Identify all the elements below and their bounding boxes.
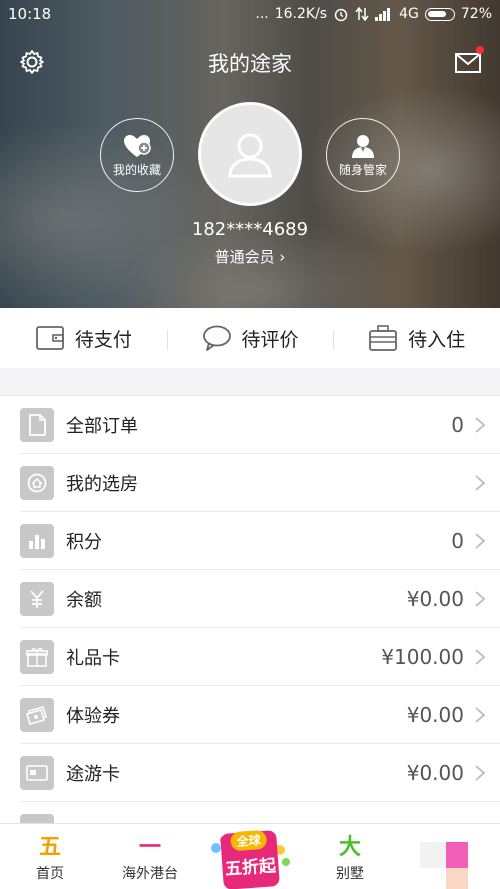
ticket-icon [20,698,54,732]
heart-plus-icon [124,134,151,157]
status-dots: ... [255,6,269,22]
tab-overseas[interactable]: 一 海外港台 [100,824,200,889]
chevron-right-icon [475,591,486,607]
overseas-tab-icon: 一 [138,834,161,860]
promo-main-label: 五折起 [224,855,277,880]
global-half-price-promo[interactable]: 全球 五折起 [204,820,294,889]
menu-label: 体验券 [66,706,120,727]
menu-value: ¥0.00 [406,587,464,611]
menu-value: ¥100.00 [381,645,464,669]
card-icon [20,756,54,790]
status-bar: 10:18 ... 16.2K/s 4G 72% [0,0,500,28]
pending-payment-button[interactable]: 待支付 [0,324,167,352]
villa-tab-icon: 大 [338,834,361,860]
bar-chart-icon [20,524,54,558]
member-level-link[interactable]: 普通会员 › [0,246,500,267]
wallet-icon [35,326,64,350]
chevron-right-icon [475,533,486,549]
menu-value: 0 [451,529,464,553]
personal-butler-button[interactable]: 随身管家 [326,118,400,192]
menu-row-experience-voucher[interactable]: 体验券 ¥0.00 [0,686,500,744]
tab-label: 首页 [36,865,64,882]
chevron-right-icon [475,765,486,781]
menu-label: 途游卡 [66,764,120,785]
mail-icon[interactable] [454,50,482,76]
favorites-button[interactable]: 我的收藏 [100,118,174,192]
home-tab-icon: 五 [38,834,61,860]
tab-villa[interactable]: 大 别墅 [300,824,400,889]
gear-icon[interactable] [18,48,46,76]
menu-label: 礼品卡 [66,648,120,669]
menu-label: 全部订单 [66,416,138,437]
butler-label: 随身管家 [338,162,387,177]
menu-row-my-rooms[interactable]: 我的选房 [0,454,500,512]
user-phone: 182****4689 [191,219,309,240]
floating-widget-icon[interactable] [420,838,472,889]
chevron-right-icon [475,707,486,723]
account-menu-list: 全部订单 0 我的选房 积分 0 余额 ¥0.00 礼品卡 ¥100.00 体验… [0,395,500,860]
tab-label: 海外港台 [122,865,178,882]
promo-top-label: 全球 [229,829,268,851]
chevron-right-icon [475,649,486,665]
menu-row-travel-card[interactable]: 途游卡 ¥0.00 [0,744,500,802]
menu-value: ¥0.00 [406,761,464,785]
menu-label: 积分 [66,532,102,553]
menu-row-balance[interactable]: 余额 ¥0.00 [0,570,500,628]
menu-label: 我的选房 [66,474,138,495]
tab-label: 别墅 [336,865,364,882]
avatar[interactable] [198,102,302,206]
suitcase-icon [369,325,398,351]
pending-review-label: 待评价 [241,328,299,351]
menu-row-all-orders[interactable]: 全部订单 0 [0,396,500,454]
menu-row-points[interactable]: 积分 0 [0,512,500,570]
battery-percent: 72% [460,6,492,22]
menu-label: 余额 [66,590,102,611]
battery-icon [424,7,455,21]
pending-checkin-label: 待入住 [408,328,466,351]
network-type: 4G [399,6,419,22]
data-transfer-icon [355,6,369,22]
menu-value: ¥0.00 [406,703,464,727]
pending-payment-label: 待支付 [74,328,132,351]
status-time: 10:18 [8,5,52,23]
tab-home[interactable]: 五 首页 [0,824,100,889]
page-title: 我的途家 [208,52,292,76]
signal-icon [375,8,391,21]
gift-icon [20,640,54,674]
chevron-right-icon [475,417,486,433]
menu-row-gift-card[interactable]: 礼品卡 ¥100.00 [0,628,500,686]
network-speed: 16.2K/s [274,6,328,22]
menu-value: 0 [451,413,464,437]
promo-badge: 全球 五折起 [220,829,280,889]
document-icon [20,408,54,442]
notification-dot [476,46,484,54]
butler-icon [352,134,374,158]
user-silhouette-icon [228,133,272,178]
yuan-icon [20,582,54,616]
house-search-icon [20,466,54,500]
pending-review-button[interactable]: 待评价 [166,324,334,352]
order-status-bar: 待支付 待评价 待入住 [0,308,500,368]
pending-checkin-button[interactable]: 待入住 [333,324,500,352]
profile-header: 我的途家 我的收藏 随身管家 182****4689 普通会员 › [0,0,500,308]
favorites-label: 我的收藏 [112,162,161,177]
chat-bubble-icon [202,325,231,351]
chevron-right-icon [475,475,486,491]
alarm-icon [334,8,348,22]
